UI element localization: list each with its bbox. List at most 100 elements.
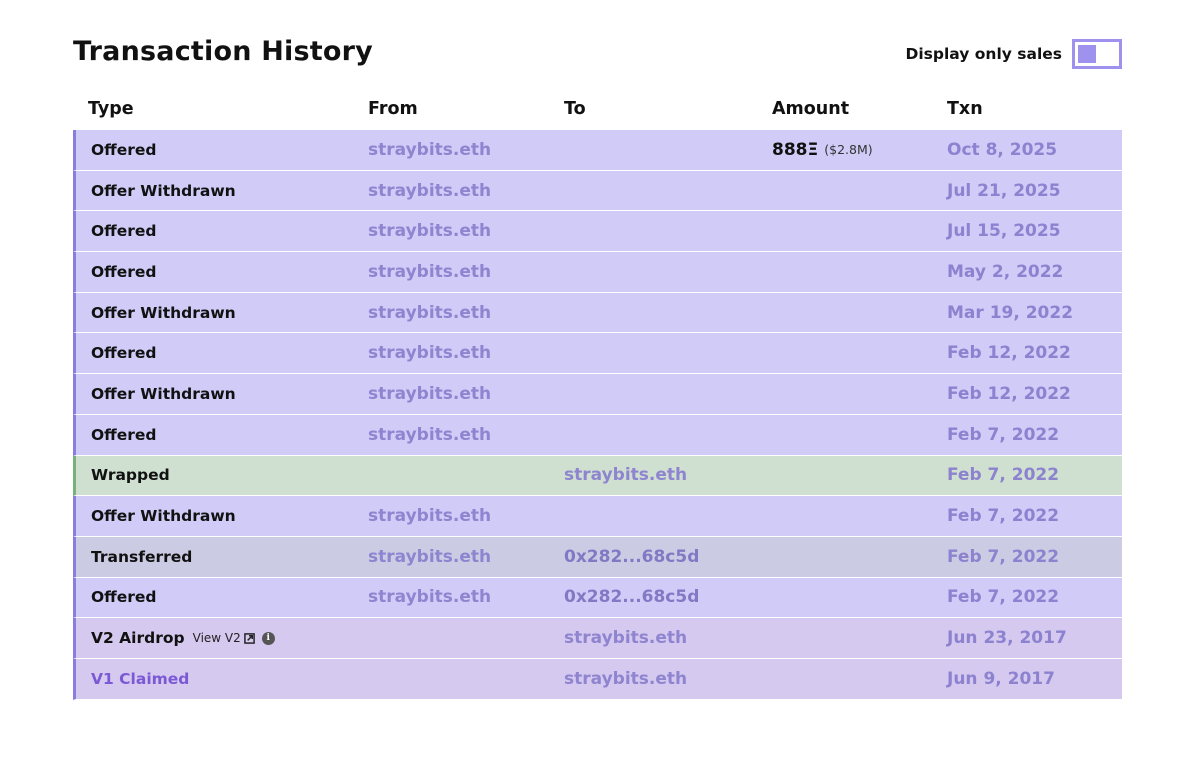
display-only-sales-filter: Display only sales [905,39,1122,69]
table-row: Wrapped straybits.eth Feb 7, 2022 [73,455,1122,497]
table-row: Offered straybits.eth 888Ξ ($2.8M) Oct 8, 20… [73,130,1122,171]
table-row: Offer Withdrawn straybits.eth Feb 12, 2022 [73,374,1122,415]
type-cell: Offered [91,415,157,455]
txn-date-link[interactable]: Feb 7, 2022 [947,537,1059,577]
txn-date-link[interactable]: Feb 12, 2022 [947,333,1071,373]
type-cell: Transferred [91,537,192,577]
type-label: Offer Withdrawn [91,303,236,322]
amount-cell [772,618,778,658]
from-address-link[interactable]: straybits.eth [368,374,491,414]
from-address-link[interactable]: straybits.eth [368,211,491,251]
amount-eth: 888Ξ [772,139,819,160]
amount-cell [772,659,778,699]
external-link-icon [243,632,255,644]
to-address-link[interactable]: 0x282...68c5d [564,537,699,577]
from-address-link[interactable]: straybits.eth [368,578,491,618]
type-cell: Offer Withdrawn [91,374,236,414]
type-cell: Wrapped [91,456,170,496]
table-row: Offered straybits.eth Feb 7, 2022 [73,414,1122,456]
type-cell: Offered [91,130,157,170]
table-row: Offer Withdrawn straybits.eth Feb 7, 2022 [73,496,1122,537]
display-only-sales-label: Display only sales [905,45,1062,63]
from-address-link[interactable]: straybits.eth [368,537,491,577]
from-address-link[interactable]: straybits.eth [368,496,491,536]
type-label: Offer Withdrawn [91,181,236,200]
from-address-link[interactable]: straybits.eth [368,252,491,292]
table-row: Offered straybits.eth Jul 15, 2025 [73,211,1122,253]
to-address-link[interactable]: straybits.eth [564,618,687,658]
amount-cell [772,333,778,373]
amount-cell [772,211,778,251]
txn-date-link[interactable]: Jul 21, 2025 [947,171,1061,211]
column-header-from: From [368,99,418,119]
from-address-link[interactable]: straybits.eth [368,333,491,373]
to-address-link[interactable]: straybits.eth [564,659,687,699]
txn-date-link[interactable]: Oct 8, 2025 [947,130,1057,170]
table-body: Offered straybits.eth 888Ξ ($2.8M) Oct 8, 20… [73,130,1122,700]
type-label: Transferred [91,547,193,566]
display-only-sales-toggle[interactable] [1072,39,1122,69]
column-header-amount: Amount [772,99,850,119]
type-label: Offered [91,262,157,281]
type-label: Offered [91,222,157,241]
amount-cell [772,374,778,414]
page-title: Transaction History [73,36,373,67]
type-label: Offer Withdrawn [91,507,236,526]
txn-date-link[interactable]: Feb 7, 2022 [947,578,1059,618]
from-address-link[interactable]: straybits.eth [368,293,491,333]
transaction-table: Type From To Amount Txn Offered straybits… [73,92,1122,700]
type-cell: Offer Withdrawn [91,293,236,333]
column-header-to: To [564,99,586,119]
type-label: V2 Airdrop [91,629,185,648]
type-label: Wrapped [91,466,170,485]
table-row: V1 Claimed straybits.eth Jun 9, 2017 [73,658,1122,700]
column-header-txn: Txn [947,99,983,119]
amount-usd: ($2.8M) [824,142,873,158]
txn-date-link[interactable]: May 2, 2022 [947,252,1063,292]
from-address-link[interactable]: straybits.eth [368,415,491,455]
type-label: V1 Claimed [91,669,190,688]
type-cell: Offered [91,333,157,373]
view-v2-label: View V2 [192,631,241,646]
type-cell: Offer Withdrawn [91,171,236,211]
amount-cell [772,578,778,618]
from-address-link[interactable]: straybits.eth [368,130,491,170]
type-label: Offer Withdrawn [91,384,236,403]
table-row: Offered straybits.eth 0x282...68c5d Feb 7, … [73,577,1122,619]
table-row: V2 Airdrop View V2 i straybits.eth Jun 23, 2… [73,618,1122,659]
txn-date-link[interactable]: Mar 19, 2022 [947,293,1073,333]
info-icon[interactable]: i [261,631,275,645]
amount-cell [772,171,778,211]
table-row: Offer Withdrawn straybits.eth Jul 21, 2025 [73,170,1122,212]
table-row: Offered straybits.eth Feb 12, 2022 [73,333,1122,375]
from-address-link[interactable]: straybits.eth [368,171,491,211]
type-cell: Offer Withdrawn [91,496,236,536]
amount-cell [772,252,778,292]
amount-cell: 888Ξ ($2.8M) [772,130,873,170]
type-cell: Offered [91,211,157,251]
type-label: Offered [91,588,157,607]
view-v2-link[interactable]: View V2 [193,631,255,645]
table-row: Offered straybits.eth May 2, 2022 [73,252,1122,293]
txn-date-link[interactable]: Feb 7, 2022 [947,415,1059,455]
to-address-link[interactable]: straybits.eth [564,456,687,496]
column-header-type: Type [88,99,134,119]
type-label: Offered [91,140,157,159]
toggle-knob [1078,45,1096,63]
txn-date-link[interactable]: Jun 23, 2017 [947,618,1067,658]
table-row: Transferred straybits.eth 0x282...68c5d Feb… [73,536,1122,578]
amount-cell [772,456,778,496]
type-label: Offered [91,425,157,444]
txn-date-link[interactable]: Feb 7, 2022 [947,456,1059,496]
table-header: Type From To Amount Txn [73,92,1122,130]
amount-cell [772,293,778,333]
amount-cell [772,496,778,536]
txn-date-link[interactable]: Feb 7, 2022 [947,496,1059,536]
txn-date-link[interactable]: Jul 15, 2025 [947,211,1061,251]
txn-date-link[interactable]: Jun 9, 2017 [947,659,1055,699]
to-address-link[interactable]: 0x282...68c5d [564,578,699,618]
amount-cell [772,537,778,577]
txn-date-link[interactable]: Feb 12, 2022 [947,374,1071,414]
type-label: Offered [91,344,157,363]
type-cell: Offered [91,252,157,292]
